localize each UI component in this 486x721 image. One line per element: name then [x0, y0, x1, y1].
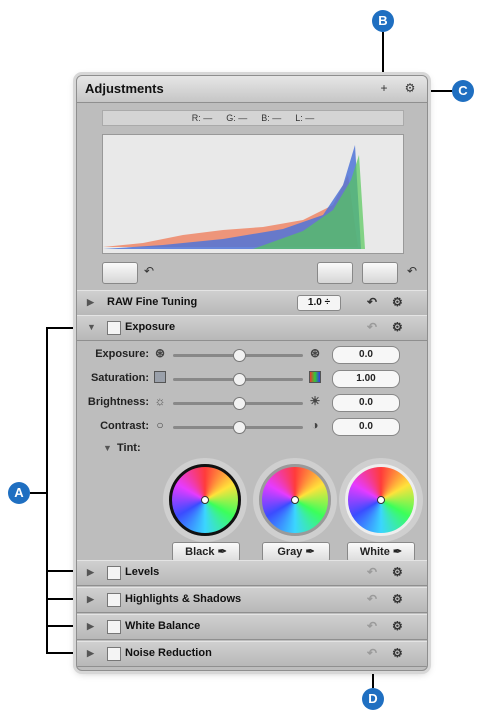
slider-knob[interactable] — [233, 421, 246, 434]
gear-icon[interactable]: ⚙ — [392, 295, 403, 309]
undo-icon[interactable]: ↶ — [367, 295, 377, 309]
section-label: Levels — [125, 566, 160, 578]
raw-version-select[interactable]: 1.0 ÷ — [297, 295, 341, 311]
gear-icon[interactable]: ⚙ — [392, 592, 403, 606]
gray-color-wheel[interactable] — [259, 464, 331, 536]
slider-label: Contrast: — [100, 420, 149, 432]
saturation-slider-row: Saturation: 1.00 — [77, 369, 427, 389]
value-field[interactable]: 0.0 — [332, 346, 400, 364]
slider-track[interactable] — [173, 373, 303, 386]
tint-disclosure-icon[interactable]: ▼ — [103, 443, 112, 453]
readout-g: G: — — [226, 113, 248, 123]
panel-titlebar: Adjustments + ⚙ — [77, 76, 427, 103]
disclosure-triangle-icon[interactable]: ▶ — [87, 594, 94, 605]
sun-small-icon: ☼ — [154, 394, 166, 408]
circle-half-icon: ◑ — [311, 418, 319, 432]
levels-button[interactable] — [317, 262, 353, 284]
undo-icon[interactable]: ↶ — [367, 592, 377, 606]
adjustments-panel: Adjustments + ⚙ R: — G: — B: — L: — ↶ ↶ … — [76, 75, 428, 671]
brightness-slider-row: Brightness: ☼ ☀ 0.0 — [77, 393, 427, 413]
gear-icon[interactable]: ⚙ — [392, 320, 403, 334]
gear-icon[interactable]: ⚙ — [392, 646, 403, 660]
white-eyedropper-button[interactable]: White ✒ — [347, 542, 415, 562]
callout-a-line — [30, 492, 46, 494]
slider-label: Exposure: — [95, 348, 149, 360]
raw-fine-tuning-section[interactable]: ▶ RAW Fine Tuning 1.0 ÷ ↶ ⚙ — [77, 290, 427, 316]
undo-icon[interactable]: ↶ — [144, 264, 154, 278]
disclosure-triangle-icon[interactable]: ▶ — [87, 621, 94, 632]
curves-button[interactable] — [362, 262, 398, 284]
gear-icon[interactable]: ⚙ — [399, 80, 421, 96]
section-label: RAW Fine Tuning — [107, 296, 198, 308]
white-balance-checkbox[interactable] — [107, 620, 121, 634]
histogram-graph — [103, 145, 365, 249]
disclosure-triangle-icon[interactable]: ▶ — [87, 567, 94, 578]
gray-eyedropper-button[interactable]: Gray ✒ — [262, 542, 330, 562]
slider-label: Saturation: — [90, 372, 149, 384]
callout-a: A — [8, 482, 30, 504]
gear-icon[interactable]: ⚙ — [392, 619, 403, 633]
grayscale-icon — [154, 371, 166, 383]
slider-knob[interactable] — [233, 397, 246, 410]
section-label: Highlights & Shadows — [125, 593, 242, 605]
value-field[interactable]: 1.00 — [332, 370, 400, 388]
black-point-button[interactable] — [102, 262, 138, 284]
highlights-shadows-checkbox[interactable] — [107, 593, 121, 607]
add-adjustment-icon[interactable]: + — [373, 80, 395, 96]
white-balance-section[interactable]: ▶ White Balance ↶ ⚙ — [77, 614, 427, 640]
section-label: Noise Reduction — [125, 647, 212, 659]
color-icon — [309, 371, 321, 383]
value-field[interactable]: 0.0 — [332, 418, 400, 436]
noise-reduction-section[interactable]: ▶ Noise Reduction ↶ ⚙ — [77, 641, 427, 667]
white-color-wheel[interactable] — [345, 464, 417, 536]
slider-track[interactable] — [173, 349, 303, 362]
sun-large-icon: ☀ — [309, 394, 321, 408]
section-label: Exposure — [125, 321, 176, 333]
black-eyedropper-button[interactable]: Black ✒ — [172, 542, 240, 562]
readout-l: L: — — [295, 113, 315, 123]
rgbl-readout: R: — G: — B: — L: — — [102, 110, 404, 126]
slider-track[interactable] — [173, 421, 303, 434]
disclosure-triangle-icon[interactable]: ▶ — [87, 297, 94, 308]
undo-icon[interactable]: ↶ — [367, 646, 377, 660]
callout-c: C — [452, 80, 474, 102]
undo-icon[interactable]: ↶ — [367, 619, 377, 633]
section-label: White Balance — [125, 620, 201, 632]
levels-checkbox[interactable] — [107, 566, 121, 580]
readout-b: B: — — [261, 113, 282, 123]
disclosure-triangle-icon[interactable]: ▼ — [87, 322, 96, 332]
value-field[interactable]: 0.0 — [332, 394, 400, 412]
circle-empty-icon: ○ — [156, 418, 164, 432]
callout-a-bracket — [46, 327, 48, 653]
panel-title: Adjustments — [85, 81, 164, 96]
aperture-icon: ⊛ — [309, 346, 321, 360]
contrast-slider-row: Contrast: ○ ◑ 0.0 — [77, 417, 427, 437]
levels-section[interactable]: ▶ Levels ↶ ⚙ — [77, 560, 427, 586]
callout-b: B — [372, 10, 394, 32]
undo-icon[interactable]: ↶ — [367, 565, 377, 579]
black-color-wheel[interactable] — [169, 464, 241, 536]
histogram — [102, 134, 404, 254]
exposure-section[interactable]: ▼ Exposure ↶ ⚙ — [77, 315, 427, 341]
aperture-icon: ⊛ — [154, 346, 166, 360]
undo-icon[interactable]: ↶ — [407, 264, 417, 278]
slider-knob[interactable] — [233, 373, 246, 386]
slider-knob[interactable] — [233, 349, 246, 362]
exposure-checkbox[interactable] — [107, 321, 121, 335]
tint-label: Tint: — [117, 442, 141, 454]
highlights-shadows-section[interactable]: ▶ Highlights & Shadows ↶ ⚙ — [77, 587, 427, 613]
exposure-slider-row: Exposure: ⊛ ⊛ 0.0 — [77, 345, 427, 365]
slider-track[interactable] — [173, 397, 303, 410]
noise-reduction-checkbox[interactable] — [107, 647, 121, 661]
undo-icon[interactable]: ↶ — [367, 320, 377, 334]
gear-icon[interactable]: ⚙ — [392, 565, 403, 579]
disclosure-triangle-icon[interactable]: ▶ — [87, 648, 94, 659]
readout-r: R: — — [191, 113, 213, 123]
slider-label: Brightness: — [87, 396, 149, 408]
callout-d: D — [362, 688, 384, 710]
